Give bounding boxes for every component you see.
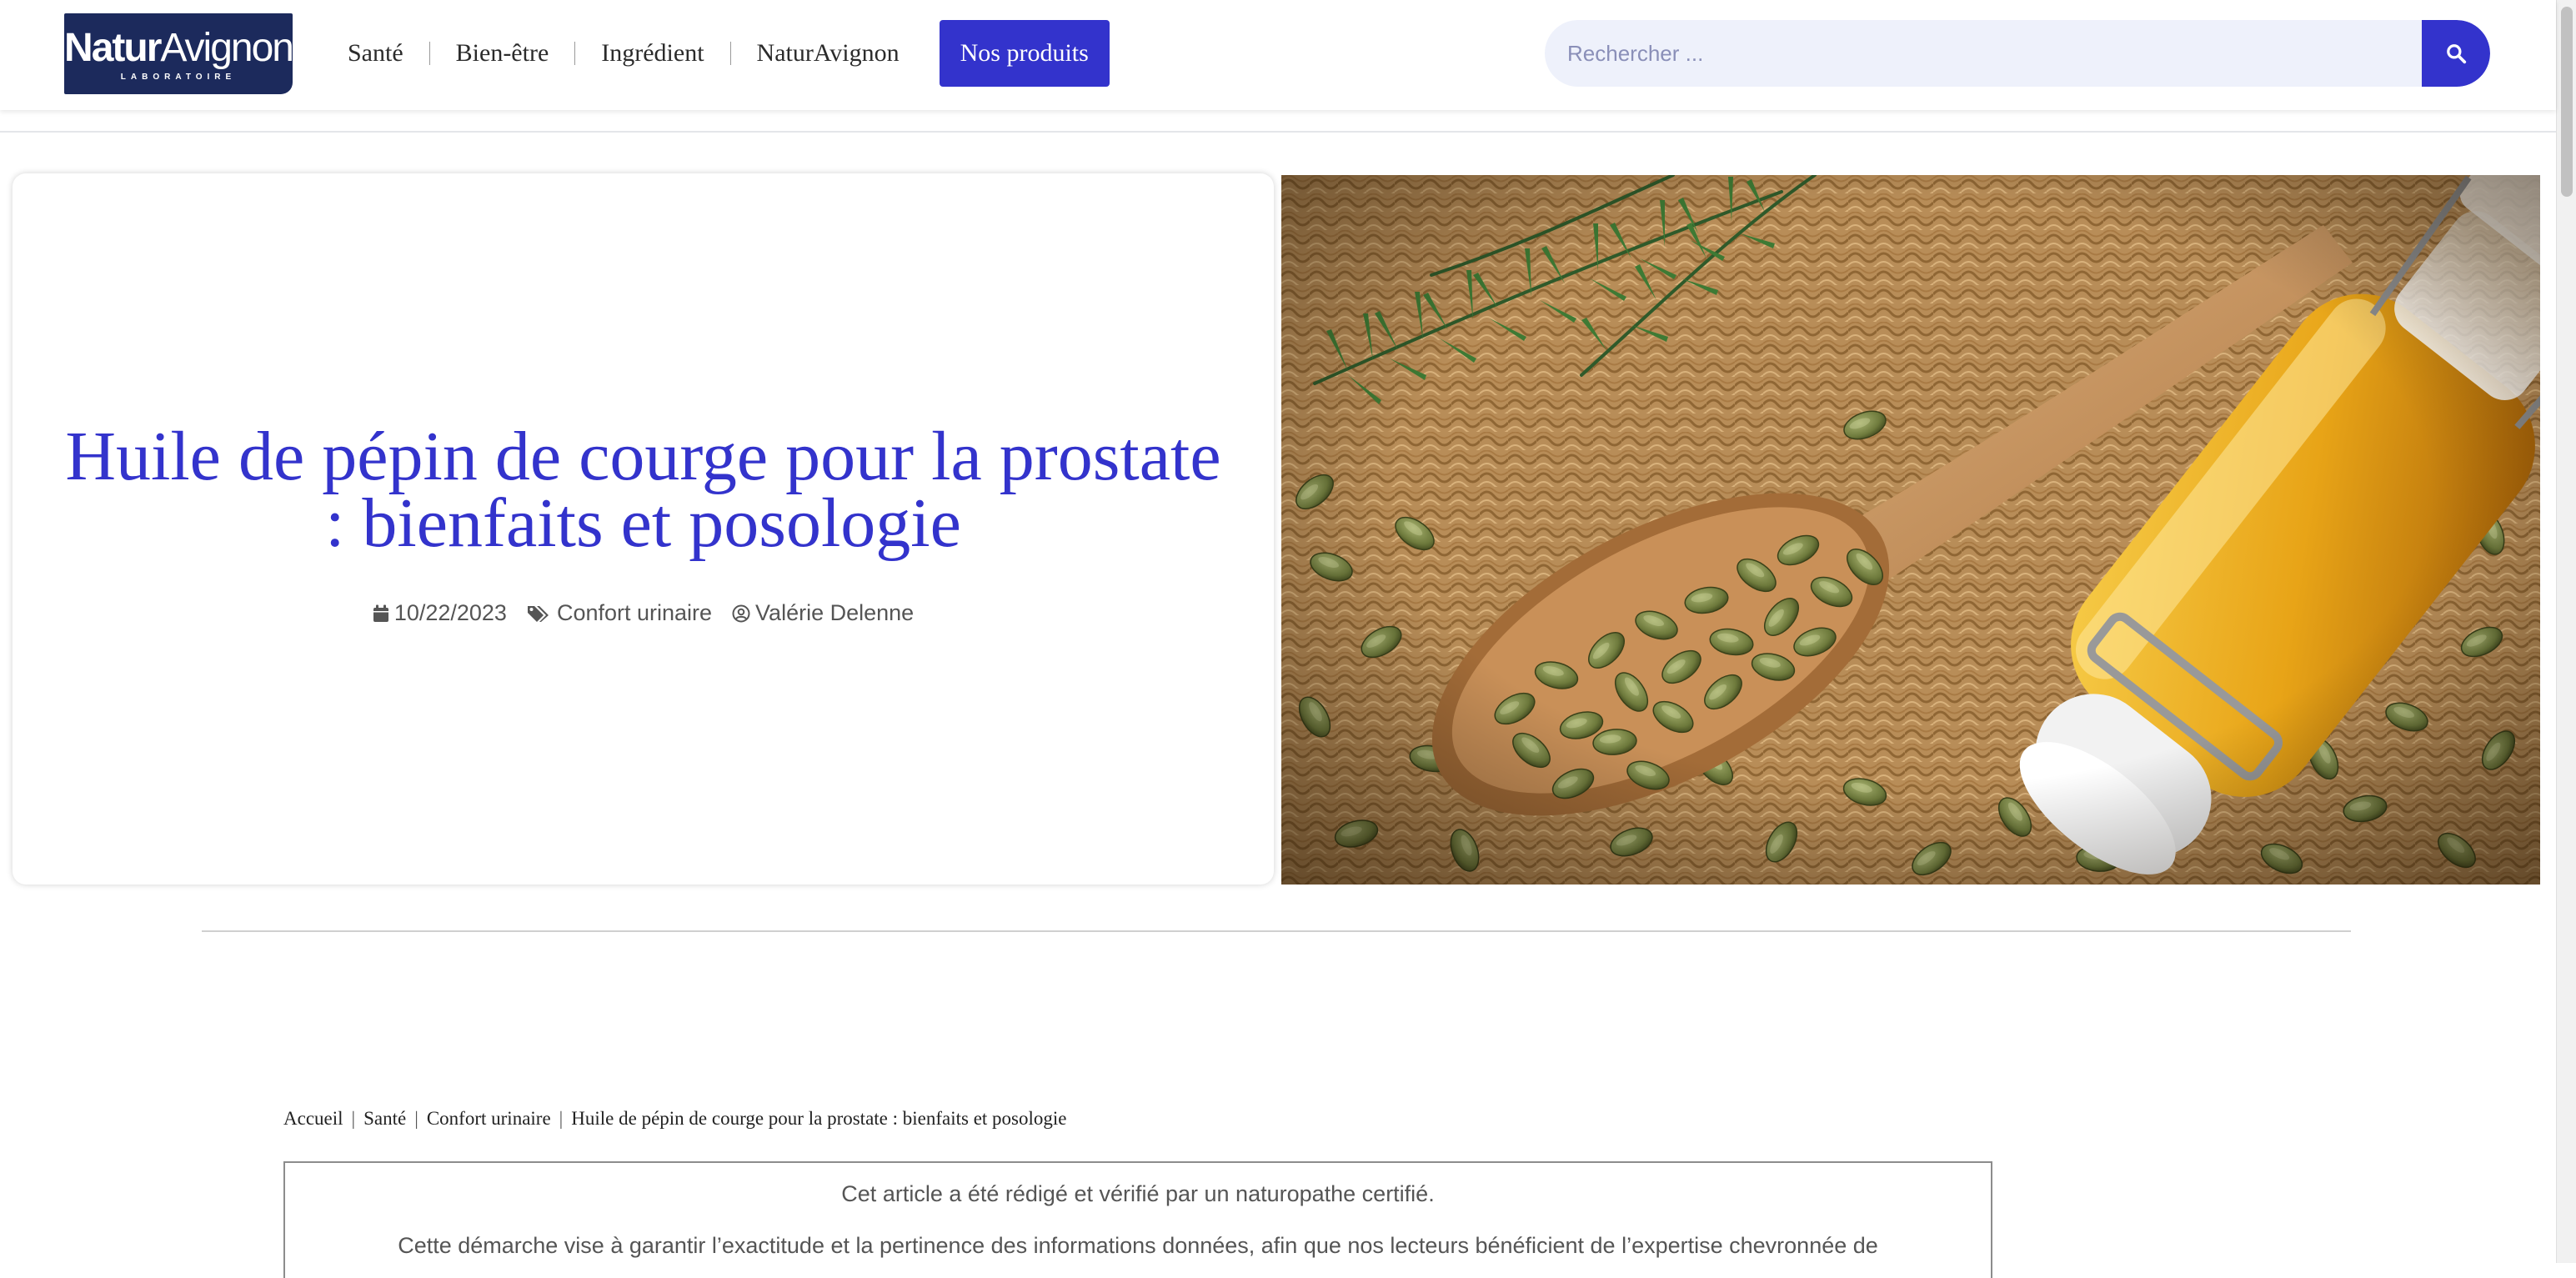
breadcrumb-item-accueil[interactable]: Accueil	[283, 1108, 343, 1130]
nav-item-bien-etre[interactable]: Bien-être	[430, 37, 575, 70]
section-divider	[202, 930, 2351, 932]
logo-wordmark: NaturAvignon	[64, 26, 294, 70]
post-date: 10/22/2023	[373, 600, 507, 626]
breadcrumb-item-sante[interactable]: Santé	[363, 1108, 406, 1130]
nav-item-ingredient[interactable]: Ingrédient	[575, 37, 729, 70]
search-input[interactable]	[1545, 20, 2422, 87]
breadcrumb-item-confort-urinaire[interactable]: Confort urinaire	[427, 1108, 551, 1130]
nav-item-sante[interactable]: Santé	[348, 37, 429, 70]
post-category[interactable]: Confort urinaire	[527, 600, 712, 626]
post-meta: 10/22/2023 Confort urinaire Valérie Dele…	[13, 600, 1274, 626]
user-circle-icon	[732, 604, 750, 622]
breadcrumb-current: Huile de pépin de courge pour la prostat…	[571, 1108, 1067, 1129]
breadcrumb-separator: |	[414, 1108, 418, 1129]
search-icon	[2447, 44, 2467, 64]
header-divider	[0, 131, 2556, 133]
hero-card: Huile de pépin de courge pour la prostat…	[13, 173, 1274, 885]
breadcrumb-separator: |	[351, 1108, 356, 1129]
site-header: NaturAvignon LABORATOIRE Santé Bien-être…	[0, 0, 2556, 110]
nav-item-naturavignon[interactable]: NaturAvignon	[731, 37, 925, 70]
hero-image	[1281, 175, 2540, 885]
logo-subtitle: LABORATOIRE	[120, 73, 237, 82]
post-author-text: Valérie Delenne	[755, 600, 915, 625]
tags-icon	[527, 605, 549, 622]
breadcrumb: Accueil | Santé | Confort urinaire | Hui…	[283, 1108, 1067, 1130]
scrollbar-thumb[interactable]	[2561, 7, 2573, 197]
post-author[interactable]: Valérie Delenne	[732, 600, 914, 626]
notice-line-1: Cet article a été rédigé et vérifié par …	[841, 1181, 1435, 1206]
post-date-text: 10/22/2023	[393, 600, 507, 625]
vertical-scrollbar[interactable]	[2556, 0, 2576, 1263]
main-nav: Santé Bien-être Ingrédient NaturAvignon …	[348, 20, 1110, 87]
site-logo[interactable]: NaturAvignon LABORATOIRE	[64, 13, 294, 94]
calendar-icon	[373, 604, 388, 622]
search-bar	[1545, 20, 2490, 87]
pumpkin-seed-oil-illustration	[1281, 175, 2540, 885]
nos-produits-button[interactable]: Nos produits	[939, 20, 1110, 87]
search-button[interactable]	[2422, 20, 2490, 87]
post-category-text: Confort urinaire	[556, 600, 713, 625]
notice-line-2: Cette démarche vise à garantir l’exactit…	[398, 1233, 1878, 1258]
page-title: Huile de pépin de courge pour la prostat…	[65, 418, 1221, 562]
expert-notice-box: Cet article a été rédigé et vérifié par …	[283, 1161, 1992, 1278]
breadcrumb-separator: |	[559, 1108, 564, 1129]
